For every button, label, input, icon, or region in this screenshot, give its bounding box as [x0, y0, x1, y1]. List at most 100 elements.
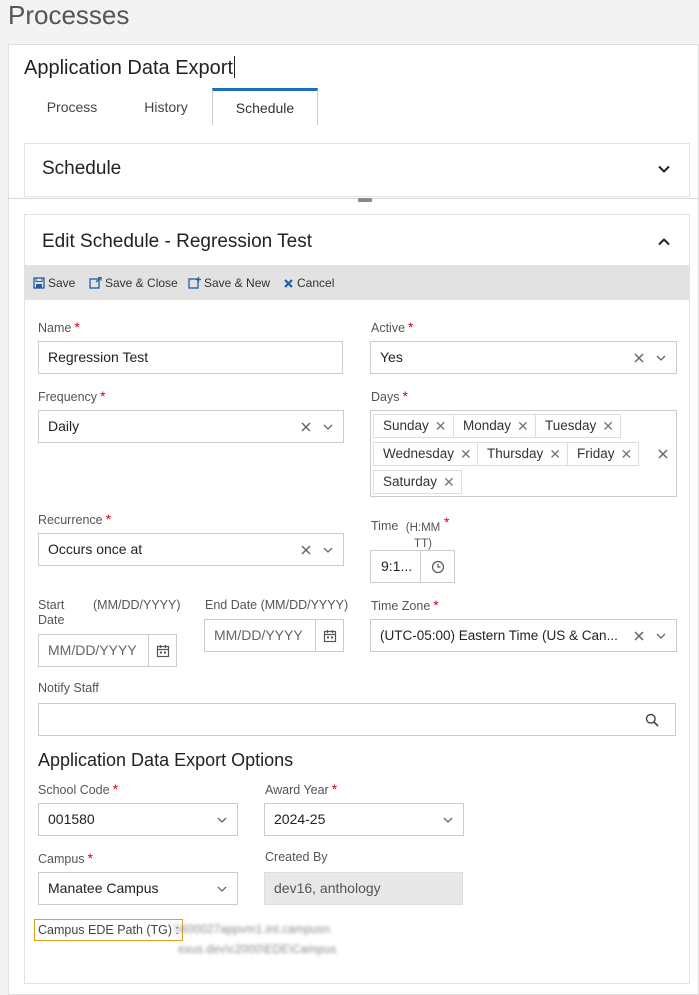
time-label: Time [371, 519, 399, 533]
campus-ede-path-label: Campus EDE Path (TG) : [34, 919, 184, 941]
start-date-label: Start Date [38, 598, 65, 627]
days-label: Days * [371, 388, 408, 404]
calendar-icon [156, 644, 169, 657]
process-title[interactable]: Application Data Export [24, 56, 236, 80]
time-zone-label: Time Zone * [371, 597, 439, 613]
end-date-label: End Date (MM/DD/YYYY) [205, 598, 349, 612]
start-date-input[interactable]: MM/DD/YYYY [38, 634, 177, 667]
recurrence-value: Occurs once at [48, 541, 143, 557]
recurrence-select[interactable]: Occurs once at [38, 533, 344, 566]
remove-chip-icon[interactable]: ✕ [443, 471, 455, 493]
cancel-icon [284, 278, 293, 288]
notify-staff-label: Notify Staff [38, 681, 99, 695]
chevron-down-icon[interactable] [657, 162, 671, 176]
active-label: Active * [371, 319, 414, 335]
start-date-hint: (MM/DD/YYYY) [93, 598, 181, 612]
start-date-placeholder: MM/DD/YYYY [48, 642, 137, 658]
frequency-select[interactable]: Daily [38, 410, 344, 443]
day-chip-sunday: Sunday ✕ [373, 414, 454, 438]
dropdown-icon[interactable] [654, 629, 668, 643]
dropdown-icon[interactable] [321, 420, 335, 434]
splitter-handle[interactable] [358, 198, 372, 202]
save-icon [33, 277, 45, 289]
time-zone-select[interactable]: (UTC-05:00) Eastern Time (US & Can... [370, 619, 677, 652]
school-code-value: 001580 [48, 811, 95, 827]
tab-process[interactable]: Process [30, 88, 114, 125]
school-code-select[interactable]: 001580 [38, 803, 238, 836]
save-button[interactable]: Save [33, 275, 75, 291]
campus-select[interactable]: Manatee Campus [38, 872, 238, 905]
save-close-label: Save & Close [105, 276, 178, 290]
save-new-button[interactable]: Save & New [188, 275, 270, 291]
active-select[interactable]: Yes [370, 341, 677, 374]
cancel-button[interactable]: Cancel [283, 275, 334, 291]
days-multiselect[interactable]: Sunday ✕ Monday ✕ Tuesday ✕ Wednesday ✕ Thur… [370, 410, 677, 497]
clear-icon[interactable] [632, 351, 646, 365]
edit-toolbar: Save Save & Close Save & New Cancel [25, 265, 689, 300]
chevron-up-icon[interactable] [657, 235, 671, 249]
active-value: Yes [380, 349, 403, 365]
end-date-input[interactable]: MM/DD/YYYY [204, 619, 344, 652]
remove-chip-icon[interactable]: ✕ [517, 415, 529, 437]
time-input[interactable]: 9:1... [370, 550, 455, 583]
tab-schedule[interactable]: Schedule [212, 88, 318, 125]
calendar-icon [323, 629, 336, 642]
dropdown-icon[interactable] [321, 543, 335, 557]
dropdown-icon[interactable] [215, 813, 229, 827]
recurrence-label: Recurrence * [38, 511, 112, 527]
campus-ede-path-value-line1: \\600027appvm1.int.campusn [174, 924, 331, 936]
clear-icon[interactable] [656, 447, 670, 461]
save-close-icon [89, 277, 102, 289]
dropdown-icon[interactable] [215, 882, 229, 896]
text-caret [234, 56, 236, 78]
remove-chip-icon[interactable]: ✕ [621, 443, 633, 465]
remove-chip-icon[interactable]: ✕ [549, 443, 561, 465]
time-value: 9:1... [381, 558, 413, 574]
clear-icon[interactable] [632, 629, 646, 643]
time-picker-button[interactable] [420, 551, 454, 582]
frequency-label: Frequency * [38, 388, 106, 404]
day-chip-friday: Friday ✕ [567, 442, 640, 466]
save-close-button[interactable]: Save & Close [89, 275, 178, 291]
save-label: Save [48, 276, 76, 290]
award-year-label: Award Year * [265, 781, 338, 797]
time-required: * [444, 514, 450, 530]
created-by-field: dev16, anthology [264, 872, 463, 905]
search-icon[interactable] [645, 713, 659, 727]
school-code-label: School Code * [38, 781, 119, 797]
name-input[interactable]: Regression Test [38, 341, 343, 374]
remove-chip-icon[interactable]: ✕ [602, 415, 614, 437]
cancel-label: Cancel [297, 276, 335, 290]
tab-history[interactable]: History [132, 88, 200, 125]
award-year-value: 2024-25 [274, 811, 326, 827]
notify-staff-input[interactable] [38, 703, 676, 736]
remove-chip-icon[interactable]: ✕ [435, 415, 447, 437]
day-chip-wednesday: Wednesday ✕ [373, 442, 479, 466]
name-label: Name * [38, 319, 80, 335]
edit-schedule-title: Edit Schedule - Regression Test [42, 231, 313, 252]
campus-value: Manatee Campus [48, 880, 159, 896]
day-chip-monday: Monday ✕ [453, 414, 536, 438]
end-date-placeholder: MM/DD/YYYY [214, 627, 303, 643]
created-by-label: Created By [265, 850, 328, 864]
options-heading: Application Data Export Options [38, 750, 294, 770]
schedule-section[interactable]: Schedule [24, 143, 690, 197]
campus-ede-path-value-line2: exus.dev\c2000\EDE\Campus [178, 944, 337, 956]
remove-chip-icon[interactable]: ✕ [460, 443, 472, 465]
section-divider [8, 198, 699, 199]
save-new-label: Save & New [204, 276, 271, 290]
clear-icon[interactable] [299, 420, 313, 434]
award-year-select[interactable]: 2024-25 [264, 803, 464, 836]
campus-label: Campus * [38, 850, 93, 866]
time-format-hint: (H:MM TT) [405, 522, 441, 550]
frequency-value: Daily [48, 418, 80, 434]
start-date-picker-button[interactable] [148, 635, 176, 666]
schedule-section-title: Schedule [42, 158, 122, 179]
dropdown-icon[interactable] [654, 351, 668, 365]
end-date-picker-button[interactable] [315, 620, 343, 651]
time-zone-value: (UTC-05:00) Eastern Time (US & Can... [380, 628, 618, 643]
clock-icon [431, 560, 444, 573]
day-chip-saturday: Saturday ✕ [373, 470, 462, 494]
dropdown-icon[interactable] [441, 813, 455, 827]
clear-icon[interactable] [299, 543, 313, 557]
